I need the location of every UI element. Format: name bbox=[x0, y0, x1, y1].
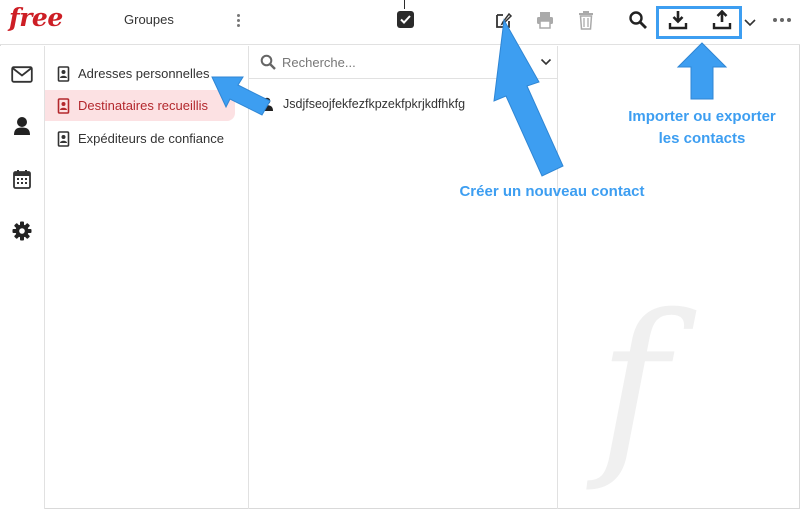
settings-icon[interactable] bbox=[9, 219, 35, 243]
address-book-label: Expéditeurs de confiance bbox=[78, 131, 224, 146]
mail-icon[interactable] bbox=[9, 62, 35, 86]
annotation-import-export-line1: Importer ou exporter bbox=[628, 108, 776, 125]
search-icon bbox=[260, 54, 276, 70]
contact-search-input[interactable] bbox=[282, 54, 532, 70]
address-book-icon bbox=[56, 130, 70, 147]
chevron-down-icon[interactable] bbox=[743, 16, 757, 30]
print-icon[interactable] bbox=[534, 9, 556, 31]
address-book-icon bbox=[56, 65, 70, 82]
check-divider bbox=[404, 0, 405, 9]
annotation-import-export-line2: les contacts bbox=[658, 130, 746, 147]
address-book-label: Destinataires recueillis bbox=[78, 98, 209, 113]
address-book-personal[interactable]: Adresses personnelles bbox=[45, 58, 235, 89]
search-options-chevron-icon[interactable] bbox=[540, 56, 552, 68]
calendar-icon[interactable] bbox=[9, 167, 35, 191]
export-icon[interactable] bbox=[711, 9, 733, 31]
contact-list-item[interactable]: Jsdjfseojfekfezfkpzekfpkrjkdfhkfg bbox=[249, 91, 558, 117]
person-icon bbox=[261, 97, 273, 111]
contacts-icon[interactable] bbox=[9, 114, 35, 138]
logo: free bbox=[9, 3, 63, 32]
nav-rail bbox=[0, 46, 45, 509]
contact-search-bar bbox=[249, 46, 558, 79]
trash-icon[interactable] bbox=[575, 9, 597, 31]
address-book-label: Adresses personnelles bbox=[78, 66, 210, 81]
contact-name: Jsdjfseojfekfezfkpzekfpkrjkdfhkfg bbox=[283, 97, 466, 111]
address-book-icon bbox=[56, 97, 70, 114]
address-book-trusted[interactable]: Expéditeurs de confiance bbox=[45, 123, 235, 154]
free-watermark-logo: f bbox=[598, 274, 669, 495]
annotation-create-contact: Créer un nouveau contact bbox=[459, 183, 645, 200]
address-book-list: Adresses personnelles Destinataires recu… bbox=[45, 46, 249, 509]
more-icon[interactable] bbox=[770, 10, 794, 30]
header: free Groupes bbox=[0, 0, 800, 45]
groups-menu-icon[interactable] bbox=[232, 12, 244, 32]
contact-list-panel: Jsdjfseojfekfezfkpzekfpkrjkdfhkfg bbox=[249, 46, 558, 509]
annotation-import-export: Importer ou exporter les contacts bbox=[612, 106, 792, 150]
import-icon[interactable] bbox=[667, 9, 689, 31]
compose-icon[interactable] bbox=[493, 9, 515, 31]
search-icon[interactable] bbox=[627, 9, 649, 31]
address-book-collected[interactable]: Destinataires recueillis bbox=[45, 90, 235, 121]
select-all-icon[interactable] bbox=[395, 9, 415, 29]
groups-button[interactable]: Groupes bbox=[124, 12, 174, 27]
